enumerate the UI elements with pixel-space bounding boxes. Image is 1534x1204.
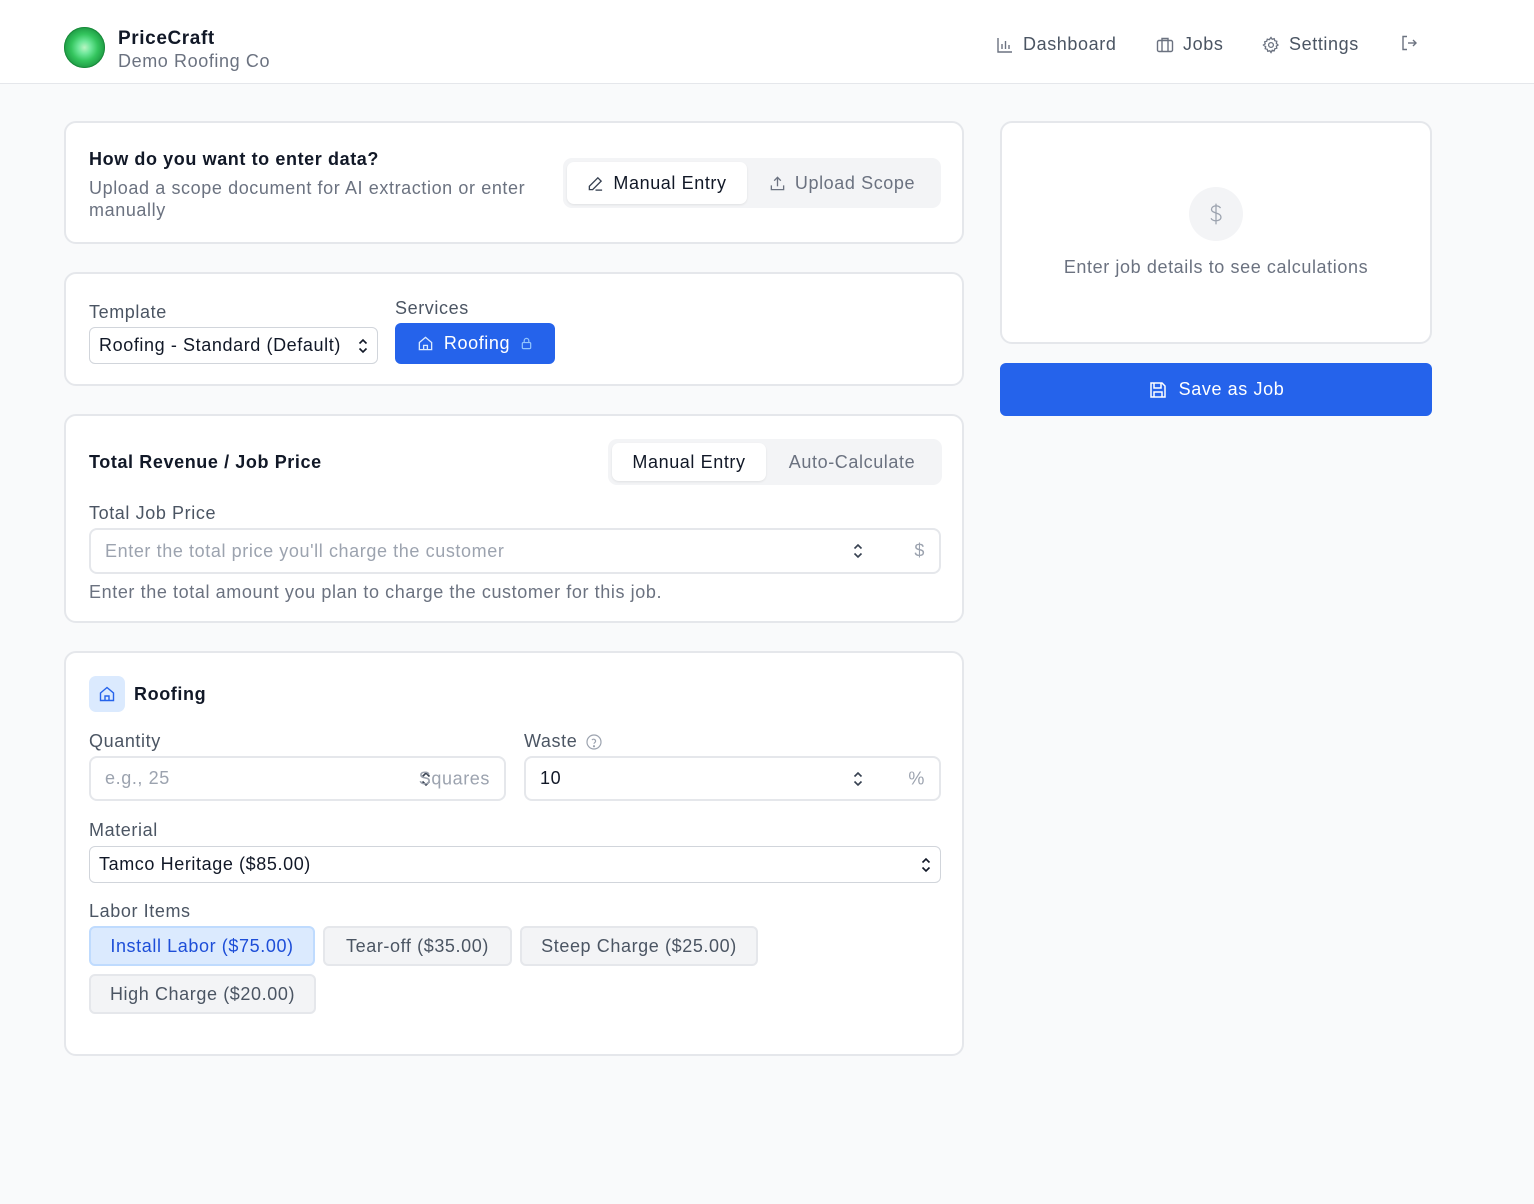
revenue-card: Total Revenue / Job Price Manual Entry A… <box>64 414 964 623</box>
waste-label: Waste <box>524 731 578 751</box>
save-as-job-button[interactable]: Save as Job <box>1000 363 1432 416</box>
nav-jobs[interactable]: Jobs <box>1156 34 1223 55</box>
entry-mode-card: How do you want to enter data? Upload a … <box>64 121 964 244</box>
material-select-value: Tamco Heritage ($85.00) <box>99 854 311 874</box>
total-price-input[interactable]: Enter the total price you'll charge the … <box>89 528 941 574</box>
revenue-auto-label: Auto-Calculate <box>788 451 916 472</box>
stepper-icon[interactable] <box>852 769 864 789</box>
manual-entry-label: Manual Entry <box>613 172 727 193</box>
labor-item-label: Install Labor ($75.00) <box>110 935 294 956</box>
nav-settings-label: Settings <box>1289 34 1359 54</box>
labor-item-high-charge[interactable]: High Charge ($20.00) <box>89 974 316 1014</box>
service-chip-roofing[interactable]: Roofing <box>395 323 555 364</box>
revenue-title: Total Revenue / Job Price <box>89 452 322 472</box>
home-icon <box>99 686 115 702</box>
material-label: Material <box>89 820 158 840</box>
dollar-badge <box>1189 187 1243 241</box>
nav-settings[interactable]: Settings <box>1262 34 1359 55</box>
pencil-icon <box>589 176 603 191</box>
roofing-title: Roofing <box>134 684 207 704</box>
briefcase-icon <box>1156 37 1174 52</box>
entry-mode-toggle: Manual Entry Upload Scope <box>563 158 941 208</box>
app-name: PriceCraft <box>118 28 215 49</box>
services-label: Services <box>395 298 469 318</box>
revenue-auto-button[interactable]: Auto-Calculate <box>766 443 938 481</box>
bar-chart-icon <box>997 37 1012 53</box>
template-card: Template Roofing - Standard (Default) Se… <box>64 272 964 386</box>
template-select[interactable]: Roofing - Standard (Default) <box>89 327 378 364</box>
company-name: Demo Roofing Co <box>118 51 271 71</box>
nav-dashboard[interactable]: Dashboard <box>996 34 1116 55</box>
material-select[interactable]: Tamco Heritage ($85.00) <box>89 846 941 883</box>
quantity-placeholder: e.g., 25 <box>105 768 170 788</box>
summary-empty-text: Enter job details to see calculations <box>1063 257 1369 277</box>
total-price-help: Enter the total amount you plan to charg… <box>89 582 663 602</box>
app-logo-icon <box>64 27 105 68</box>
labor-item-tear-off[interactable]: Tear-off ($35.00) <box>323 926 512 966</box>
save-icon <box>1149 381 1166 398</box>
service-chip-label: Roofing <box>443 333 511 353</box>
total-price-placeholder: Enter the total price you'll charge the … <box>105 540 505 561</box>
logout-icon <box>1402 35 1417 51</box>
help-circle-icon[interactable] <box>585 733 603 751</box>
roofing-service-card: Roofing Quantity e.g., 25 Squares Waste … <box>64 651 964 1056</box>
upload-scope-label: Upload Scope <box>794 172 916 193</box>
save-as-job-label: Save as Job <box>1178 379 1285 399</box>
manual-entry-button[interactable]: Manual Entry <box>567 162 747 204</box>
waste-value: 10 <box>540 768 562 788</box>
entry-mode-title: How do you want to enter data? <box>89 149 380 169</box>
quantity-label: Quantity <box>89 731 161 751</box>
calculation-summary-card: Enter job details to see calculations <box>1000 121 1432 344</box>
upload-icon <box>770 175 785 190</box>
dollar-icon <box>1210 203 1222 225</box>
waste-suffix: % <box>908 768 925 788</box>
waste-label-row: Waste <box>524 731 603 752</box>
nav-jobs-label: Jobs <box>1183 34 1224 54</box>
total-price-label: Total Job Price <box>89 503 217 523</box>
waste-input[interactable]: 10 % <box>524 756 941 801</box>
currency-suffix: $ <box>914 540 925 561</box>
roofing-badge <box>89 676 125 712</box>
template-select-value: Roofing - Standard (Default) <box>99 335 341 355</box>
gear-icon <box>1262 35 1280 54</box>
upload-scope-button[interactable]: Upload Scope <box>747 162 937 204</box>
quantity-suffix: Squares <box>418 768 490 788</box>
entry-mode-description: Upload a scope document for AI extractio… <box>89 178 526 220</box>
labor-item-label: Tear-off ($35.00) <box>346 935 489 956</box>
home-icon <box>418 336 433 351</box>
revenue-mode-toggle: Manual Entry Auto-Calculate <box>608 439 942 485</box>
quantity-input[interactable]: e.g., 25 Squares <box>89 756 506 801</box>
labor-item-steep-charge[interactable]: Steep Charge ($25.00) <box>520 926 758 966</box>
revenue-manual-button[interactable]: Manual Entry <box>612 443 766 481</box>
labor-items-label: Labor Items <box>89 901 191 921</box>
labor-item-label: Steep Charge ($25.00) <box>541 935 737 956</box>
revenue-manual-label: Manual Entry <box>632 451 746 472</box>
chevron-up-down-icon <box>921 857 931 872</box>
logout-button[interactable] <box>1400 34 1418 52</box>
template-label: Template <box>89 302 167 322</box>
chevron-up-down-icon <box>358 338 368 353</box>
stepper-icon[interactable] <box>852 541 864 561</box>
labor-item-label: High Charge ($20.00) <box>109 983 296 1004</box>
labor-item-install[interactable]: Install Labor ($75.00) <box>89 926 315 966</box>
nav-dashboard-label: Dashboard <box>1023 34 1117 54</box>
lock-icon <box>521 337 532 350</box>
top-header: PriceCraft Demo Roofing Co Dashboard Job… <box>0 0 1534 84</box>
